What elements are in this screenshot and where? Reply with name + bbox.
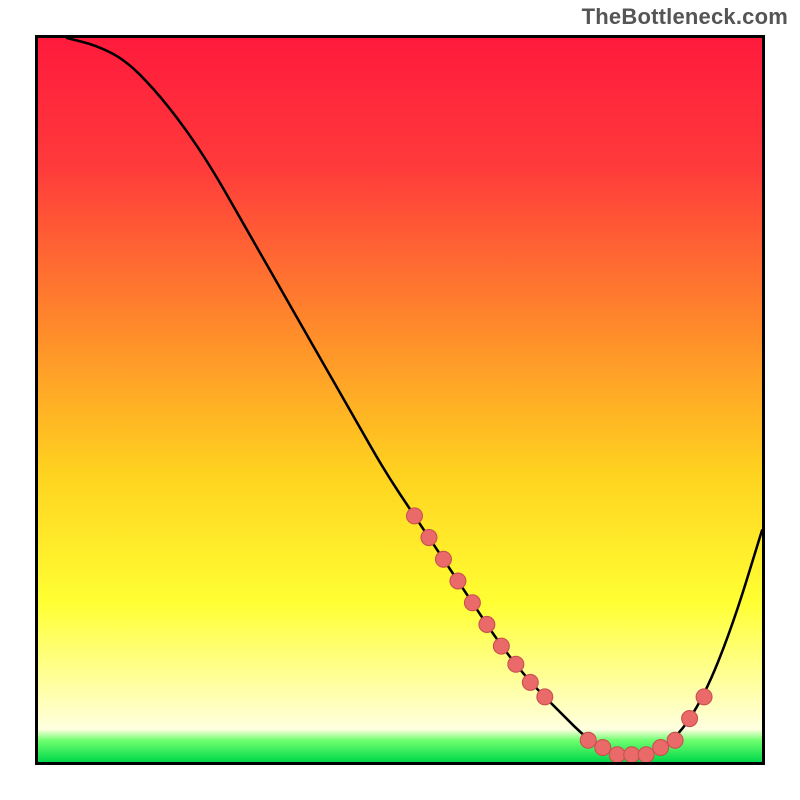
data-point: [624, 747, 640, 762]
data-point: [595, 740, 611, 756]
data-point: [407, 508, 423, 524]
data-point: [435, 551, 451, 567]
data-point: [450, 573, 466, 589]
data-point: [580, 732, 596, 748]
data-point: [522, 674, 538, 690]
data-point: [508, 656, 524, 672]
data-point: [421, 530, 437, 546]
chart-svg: [38, 38, 762, 762]
data-point: [667, 732, 683, 748]
data-point: [638, 747, 654, 762]
watermark-text: TheBottleneck.com: [582, 4, 788, 30]
data-point: [493, 638, 509, 654]
plot-area: [35, 35, 765, 765]
data-point: [696, 689, 712, 705]
data-curve: [67, 38, 762, 755]
chart-frame: TheBottleneck.com: [0, 0, 800, 800]
data-point: [609, 747, 625, 762]
data-point: [653, 740, 669, 756]
data-point: [682, 711, 698, 727]
data-point: [479, 616, 495, 632]
data-point: [464, 595, 480, 611]
data-markers: [407, 508, 713, 762]
data-point: [537, 689, 553, 705]
